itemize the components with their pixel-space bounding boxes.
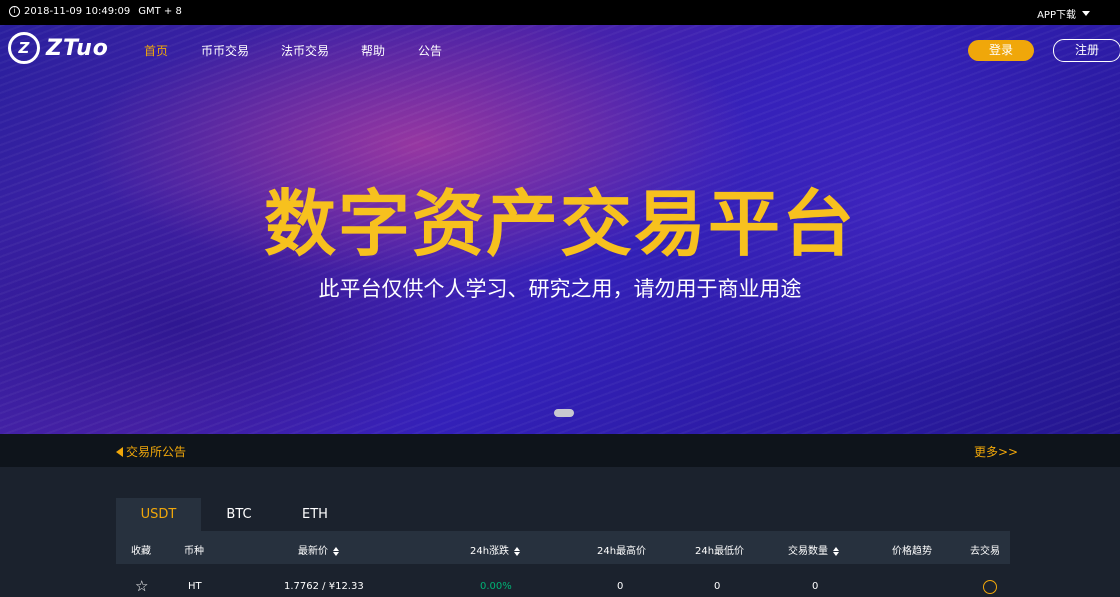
col-go-trade: 去交易 <box>970 546 1000 557</box>
login-button[interactable]: 登录 <box>968 40 1034 61</box>
tab-usdt[interactable]: USDT <box>116 498 201 531</box>
announcement-title[interactable]: 交易所公告 <box>116 443 186 460</box>
info-icon: i <box>9 6 20 17</box>
hero-title: 数字资产交易平台 <box>263 182 856 266</box>
cell-coin: HT <box>188 581 202 592</box>
hero-subtitle: 此平台仅供个人学习、研究之用，请勿用于商业用途 <box>318 277 802 301</box>
col-24h-high: 24h最高价 <box>597 546 647 557</box>
col-latest-price-label[interactable]: 最新价 <box>298 546 328 557</box>
favorite-star-icon[interactable]: ☆ <box>135 577 148 595</box>
cell-volume: 0 <box>812 581 819 592</box>
carousel-indicator[interactable] <box>554 409 574 417</box>
col-coin: 币种 <box>184 546 204 557</box>
top-bar: i 2018-11-09 10:49:09 GMT + 8 APP下载 <box>0 0 1120 25</box>
nav-item-announcements[interactable]: 公告 <box>418 42 442 59</box>
register-button[interactable]: 注册 <box>1053 39 1120 62</box>
announcement-label[interactable]: 交易所公告 <box>126 443 186 460</box>
col-volume[interactable]: 交易数量 <box>788 542 839 557</box>
col-24h-low: 24h最低价 <box>695 546 745 557</box>
cell-price: 1.7762 / ¥12.33 <box>284 581 364 592</box>
logo-text[interactable]: ZTuo <box>46 36 109 61</box>
sort-icon[interactable] <box>514 546 521 556</box>
logo[interactable]: Z ZTuo <box>8 32 109 64</box>
speaker-icon <box>116 446 123 457</box>
more-link[interactable]: 更多>> <box>974 443 1018 460</box>
timezone-text: GMT + 8 <box>138 6 182 17</box>
announcement-bar: 交易所公告 更多>> <box>0 434 1120 467</box>
nav-item-fiat-trade-wrap: 法币交易 <box>281 42 329 59</box>
nav-item-coin-trade-wrap: 币币交易 <box>201 42 249 59</box>
nav-item-help[interactable]: 帮助 <box>361 42 385 59</box>
datetime-text: 2018-11-09 10:49:09 <box>24 6 131 17</box>
tab-eth[interactable]: ETH <box>277 498 353 531</box>
sort-icon[interactable] <box>333 546 339 556</box>
nav-item-coin-trade[interactable]: 币币交易 <box>201 42 249 59</box>
col-volume-label[interactable]: 交易数量 <box>788 546 828 557</box>
chevron-down-icon[interactable] <box>1082 11 1090 16</box>
cell-change: 0.00% <box>480 581 512 592</box>
logo-mark-icon[interactable]: Z <box>8 32 40 64</box>
nav-item-home[interactable]: 首页 <box>144 42 168 59</box>
table-row[interactable]: ☆ HT 1.7762 / ¥12.33 0.00% 0 0 0 <box>116 564 1010 597</box>
app-download-label[interactable]: APP下载 <box>1037 6 1076 21</box>
server-time: i 2018-11-09 10:49:09 GMT + 8 <box>9 6 182 17</box>
cell-high: 0 <box>617 581 624 592</box>
main-nav: 首页 <box>144 42 168 59</box>
market-tabs: USDT BTC ETH <box>116 498 1010 531</box>
app-download-dropdown[interactable]: APP下载 <box>1037 6 1090 21</box>
hero-banner: Z ZTuo 首页 币币交易 法币交易 帮助 公告 登录 注册 数字资产交易平台… <box>0 25 1120 434</box>
nav-item-fiat-trade[interactable]: 法币交易 <box>281 42 329 59</box>
col-latest-price[interactable]: 最新价 <box>298 542 339 557</box>
col-price-trend: 价格趋势 <box>892 546 932 557</box>
cell-low: 0 <box>714 581 721 592</box>
tab-btc[interactable]: BTC <box>201 498 277 531</box>
col-24h-change-label[interactable]: 24h涨跌 <box>470 546 509 557</box>
nav-item-help-wrap: 帮助 <box>361 42 385 59</box>
col-24h-change[interactable]: 24h涨跌 <box>470 542 521 557</box>
sort-icon[interactable] <box>833 546 839 556</box>
market-table-header: 收藏 币种 最新价 24h涨跌 24h最高价 24h最低价 交易数量 价格趋势 … <box>116 531 1010 564</box>
trade-icon[interactable] <box>983 580 997 594</box>
nav-item-announcements-wrap: 公告 <box>418 42 442 59</box>
col-favorite: 收藏 <box>131 546 151 557</box>
